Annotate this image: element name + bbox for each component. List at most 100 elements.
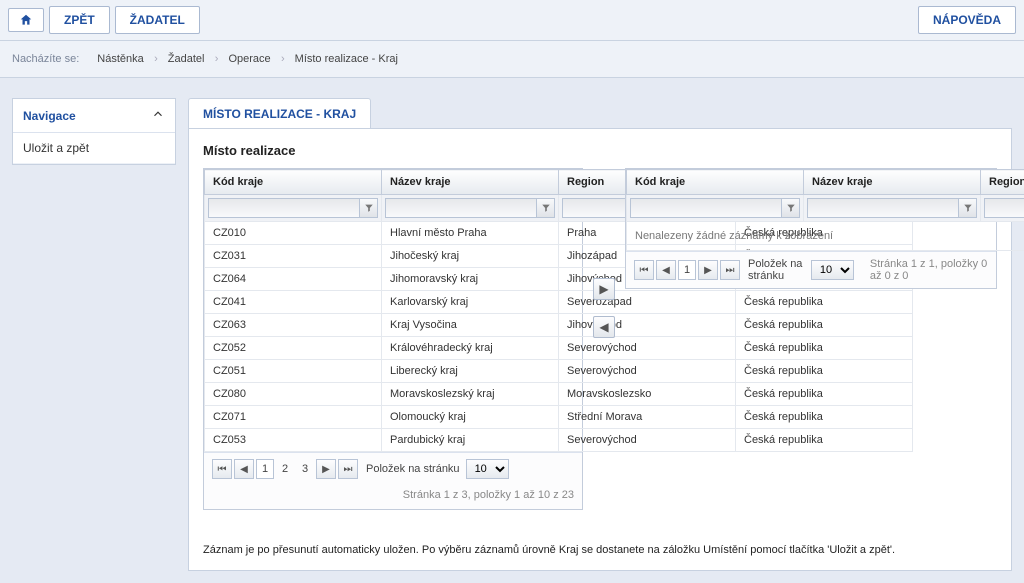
breadcrumb-label: Nacházíte se: [12,53,79,65]
applicant-button[interactable]: ŽADATEL [115,6,200,34]
col-header-name[interactable]: Název kraje [804,170,981,195]
table-row[interactable]: CZ080Moravskoslezský krajMoravskoslezsko… [205,383,913,406]
table-row[interactable]: CZ071Olomoucký krajStřední MoravaČeská r… [205,406,913,429]
table-row[interactable]: CZ052Královéhradecký krajSeverovýchodČes… [205,337,913,360]
pagesize-label: Položek na stránku [748,258,805,282]
pager-page-1[interactable]: 1 [678,260,696,280]
cell-code: CZ010 [205,222,382,245]
left-pager-info: Stránka 1 z 3, položky 1 až 10 z 23 [204,485,582,509]
cell-name: Královéhradecký kraj [382,337,559,360]
cell-region: Jihovýchod [559,314,736,337]
cell-code: CZ071 [205,406,382,429]
right-pager-info: Stránka 1 z 1, položky 0 až 0 z 0 [870,258,988,282]
cell-state: Česká republika [736,383,913,406]
filter-icon[interactable] [782,198,800,218]
filter-code-input[interactable] [208,198,360,218]
panel: Místo realizace Kód kraje Název kraje Re… [188,128,1012,571]
cell-region: Severovýchod [559,429,736,452]
cell-name: Moravskoslezský kraj [382,383,559,406]
cell-name: Jihočeský kraj [382,245,559,268]
move-left-button[interactable]: ◀ [593,316,615,338]
filter-region-input[interactable] [984,198,1024,218]
sidebar-item-save-back[interactable]: Uložit a zpět [13,133,175,164]
filter-icon[interactable] [360,198,378,218]
pager-page-2[interactable]: 2 [276,459,294,479]
tab-misto-realizace-kraj[interactable]: MÍSTO REALIZACE - KRAJ [188,98,371,128]
cell-name: Pardubický kraj [382,429,559,452]
cell-name: Hlavní město Praha [382,222,559,245]
cell-state: Česká republika [736,291,913,314]
breadcrumb-item[interactable]: Nástěnka [87,49,157,69]
cell-region: Severozápad [559,291,736,314]
sidebar: Navigace Uložit a zpět [12,98,176,165]
filter-name-input[interactable] [385,198,537,218]
breadcrumb-item[interactable]: Žadatel [158,49,219,69]
panel-title: Místo realizace [203,143,997,158]
home-button[interactable] [8,8,44,32]
cell-region: Střední Morava [559,406,736,429]
pager-last[interactable]: ⏭ [338,459,358,479]
cell-state: Česká republika [736,337,913,360]
help-button[interactable]: NÁPOVĚDA [918,6,1016,34]
pager-next[interactable]: ▶ [316,459,336,479]
shuttle-controls: ▶ ◀ [593,168,615,338]
cell-region: Moravskoslezsko [559,383,736,406]
pager-prev[interactable]: ◀ [234,459,254,479]
filter-name-input[interactable] [807,198,959,218]
table-row[interactable]: CZ063Kraj VysočinaJihovýchodČeská republ… [205,314,913,337]
cell-name: Olomoucký kraj [382,406,559,429]
breadcrumb: Nacházíte se: Nástěnka Žadatel Operace M… [0,41,1024,78]
filter-icon[interactable] [537,198,555,218]
no-records-text: Nenalezeny žádné záznamy k zobrazení [627,222,1024,251]
right-pager: ⏮ ◀ 1 ▶ ⏭ Položek na stránku 10 Stránka … [626,251,996,288]
cell-code: CZ063 [205,314,382,337]
pagesize-select[interactable]: 10 [811,260,854,280]
cell-code: CZ064 [205,268,382,291]
col-header-name[interactable]: Název kraje [382,170,559,195]
left-pager: ⏮ ◀ 1 2 3 ▶ ⏭ Položek na stránku 10 [204,452,582,485]
pagesize-select[interactable]: 10 [466,459,509,479]
pager-page-1[interactable]: 1 [256,459,274,479]
cell-code: CZ052 [205,337,382,360]
breadcrumb-item: Místo realizace - Kraj [285,49,412,69]
cell-name: Jihomoravský kraj [382,268,559,291]
cell-code: CZ080 [205,383,382,406]
cell-code: CZ041 [205,291,382,314]
pager-first[interactable]: ⏮ [634,260,654,280]
col-header-region[interactable]: Region [981,170,1024,195]
pagesize-label: Položek na stránku [366,463,460,475]
col-header-code[interactable]: Kód kraje [205,170,382,195]
table-row[interactable]: CZ053Pardubický krajSeverovýchodČeská re… [205,429,913,452]
pager-first[interactable]: ⏮ [212,459,232,479]
pager-last[interactable]: ⏭ [720,260,740,280]
cell-code: CZ051 [205,360,382,383]
selected-grid: Kód kraje Název kraje Region Stát [625,168,997,289]
move-right-button[interactable]: ▶ [593,278,615,300]
table-row[interactable]: CZ041Karlovarský krajSeverozápadČeská re… [205,291,913,314]
available-grid: Kód kraje Název kraje Region Stát [203,168,583,510]
cell-state: Česká republika [736,429,913,452]
back-button[interactable]: ZPĚT [49,6,110,34]
chevron-up-icon [151,107,165,124]
cell-code: CZ053 [205,429,382,452]
footnote: Záznam je po přesunutí automaticky ulože… [203,544,997,556]
cell-state: Česká republika [736,360,913,383]
pager-prev[interactable]: ◀ [656,260,676,280]
cell-state: Česká republika [736,406,913,429]
pager-next[interactable]: ▶ [698,260,718,280]
cell-region: Severovýchod [559,337,736,360]
home-icon [19,13,33,27]
topbar: ZPĚT ŽADATEL NÁPOVĚDA [0,0,1024,41]
table-row[interactable]: CZ051Liberecký krajSeverovýchodČeská rep… [205,360,913,383]
filter-code-input[interactable] [630,198,782,218]
cell-region: Severovýchod [559,360,736,383]
cell-state: Česká republika [736,314,913,337]
cell-code: CZ031 [205,245,382,268]
pager-page-3[interactable]: 3 [296,459,314,479]
col-header-code[interactable]: Kód kraje [627,170,804,195]
sidebar-title: Navigace [23,109,76,123]
cell-name: Kraj Vysočina [382,314,559,337]
filter-icon[interactable] [959,198,977,218]
sidebar-header[interactable]: Navigace [13,99,175,133]
breadcrumb-item[interactable]: Operace [218,49,284,69]
